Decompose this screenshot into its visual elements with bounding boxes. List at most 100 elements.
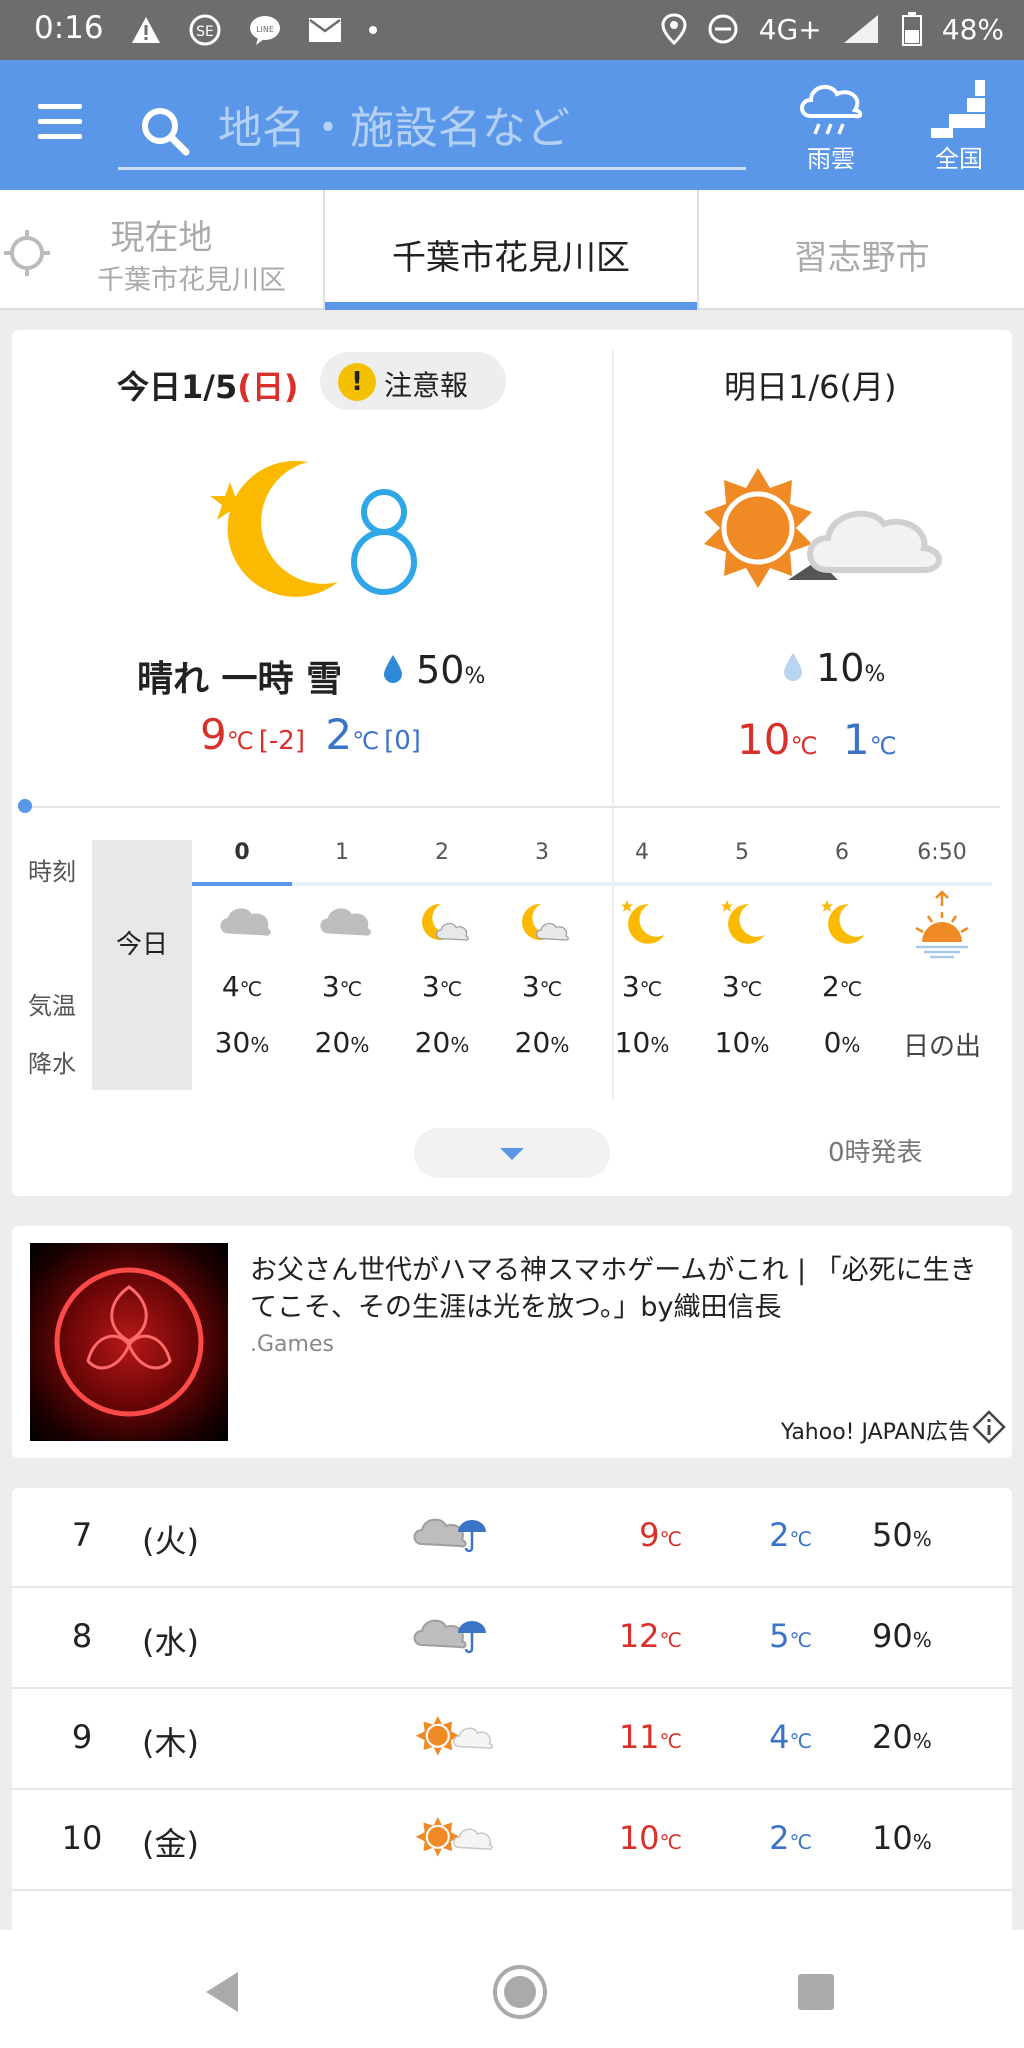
status-bar: 0:16 SE LINE 4G+ 48% (0, 0, 1024, 60)
tomorrow-high: 10℃ (737, 715, 818, 764)
alert-label: 注意報 (384, 369, 469, 402)
weekly-day: 7 (71, 1516, 93, 1554)
hourly-temp: 3℃ (321, 970, 363, 1003)
issued-time: 0時発表 (828, 1138, 923, 1168)
tab-next-city[interactable]: 習志野市 (699, 190, 1024, 310)
expand-hourly-button[interactable] (414, 1128, 610, 1178)
today-precip: 50% (382, 648, 485, 692)
battery-level: 48% (941, 12, 1004, 46)
hourly-column: 2 3℃ 20% (392, 840, 492, 1090)
hourly-precip: 20% (514, 1026, 570, 1059)
today-low: 2℃ [0] (325, 710, 421, 759)
hourly-temp: 4℃ (221, 970, 263, 1003)
forecast-card: 今日1/5(日) ! 注意報 明日1/6(月) 晴れ 一時 雪 50% 10% … (12, 330, 1012, 1196)
tomorrow-date: 明日1/6(月) (724, 368, 897, 406)
hourly-temp: 3℃ (521, 970, 563, 1003)
hourly-temp: 3℃ (621, 970, 663, 1003)
status-time: 0:16 (34, 10, 104, 46)
raindrop-icon (384, 655, 402, 683)
rain-cloud-button[interactable]: 雨雲 (776, 76, 886, 180)
weekly-high: 9℃ (639, 1516, 682, 1554)
hourly-column: 0 4℃ 30% (192, 840, 292, 1090)
japan-map-icon (931, 80, 985, 138)
app-bar: 雨雲 全国 (0, 60, 1024, 190)
selected-city-label: 千葉市花見川区 (392, 238, 630, 278)
weekly-low: 5℃ (769, 1617, 812, 1655)
cloud-icon (317, 898, 373, 952)
weekly-precip: 50% (872, 1516, 932, 1554)
info-icon[interactable] (972, 1410, 1006, 1444)
weekly-high: 10℃ (618, 1819, 682, 1857)
weekly-high: 12℃ (618, 1617, 682, 1655)
weekly-low: 2℃ (769, 1516, 812, 1554)
nationwide-button[interactable]: 全国 (904, 76, 1014, 180)
sun-cloud-icon (412, 1710, 502, 1768)
search-input[interactable] (218, 100, 738, 156)
hourly-column: 5 3℃ 10% (692, 840, 792, 1090)
tab-current-location[interactable]: 現在地 千葉市花見川区 (0, 190, 325, 310)
alert-badge[interactable]: ! 注意報 (320, 352, 506, 410)
rain-cloud-label: 雨雲 (807, 145, 855, 173)
weekly-precip: 10% (872, 1819, 932, 1857)
today-weekday: (日) (237, 368, 299, 406)
back-icon[interactable] (202, 1970, 242, 2014)
tab-selected-city[interactable]: 千葉市花見川区 (325, 190, 699, 310)
hourly-precip: 10% (714, 1026, 770, 1059)
ad-label: Yahoo! JAPAN広告 (780, 1420, 970, 1445)
row-label-temp: 気温 (28, 992, 76, 1020)
hourly-scroll-thumb[interactable] (18, 799, 32, 813)
weekly-low: 4℃ (769, 1718, 812, 1756)
weekly-row[interactable]: 8 (水) 12℃ 5℃ 90% (12, 1589, 1012, 1689)
hourly-precip: 20% (314, 1026, 370, 1059)
hourly-precip: 10% (614, 1026, 670, 1059)
sunrise-icon (915, 890, 969, 959)
current-location-label: 現在地 (110, 218, 213, 258)
sun-cloud-icon (412, 1811, 502, 1869)
do-not-disturb-icon (708, 14, 738, 44)
hourly-time: 3 (535, 840, 549, 865)
weekly-weekday: (火) (142, 1522, 199, 1560)
tomorrow-temps: 10℃ 1℃ (737, 715, 897, 764)
weekly-weekday: (水) (142, 1623, 199, 1661)
hourly-scroll-track[interactable] (24, 806, 1000, 808)
hourly-column: 4 3℃ 10% (592, 840, 692, 1090)
active-tab-indicator (325, 302, 697, 310)
hourly-temp: 3℃ (721, 970, 763, 1003)
ad-card[interactable]: お父さん世代がハマる神スマホゲームがこれ | 「必死に生きてこそ、その生涯は光を… (12, 1226, 1012, 1458)
hourly-time: 6 (835, 840, 849, 865)
search-bar[interactable] (118, 80, 746, 170)
notification-icons: SE LINE (130, 13, 378, 47)
weekly-row[interactable]: 9 (木) 11℃ 4℃ 20% (12, 1690, 1012, 1790)
line-icon: LINE (250, 16, 280, 45)
today-high: 9℃ [-2] (200, 710, 305, 759)
warning-icon (132, 17, 160, 43)
menu-icon[interactable] (38, 104, 82, 140)
location-icon (661, 13, 687, 45)
hourly-precip: 20% (414, 1026, 470, 1059)
recent-apps-icon[interactable] (796, 1972, 836, 2012)
moon-cloud-icon (417, 898, 473, 952)
weekly-day: 10 (61, 1819, 103, 1857)
weekly-row[interactable]: 10 (金) 10℃ 2℃ 10% (12, 1791, 1012, 1891)
hourly-temp: 3℃ (421, 970, 463, 1003)
moon-icon (817, 898, 873, 952)
home-icon[interactable] (492, 1964, 548, 2020)
moon-snow-icon (210, 460, 417, 597)
chevron-down-icon (500, 1148, 524, 1160)
location-tabs: 現在地 千葉市花見川区 千葉市花見川区 習志野市 (0, 190, 1024, 310)
alert-icon: ! (338, 363, 376, 401)
family-crest-icon (54, 1267, 204, 1417)
moon-cloud-icon (517, 898, 573, 952)
cloud-umbrella-icon (412, 1508, 502, 1566)
weekly-row[interactable]: 7 (火) 9℃ 2℃ 50% (12, 1488, 1012, 1588)
weekly-weekday: (金) (142, 1825, 199, 1863)
sunrise-time: 6:50 (917, 840, 967, 865)
today-condition: 晴れ 一時 雪 (137, 659, 343, 700)
hourly-precip: 30% (214, 1026, 270, 1059)
ad-image[interactable] (30, 1243, 228, 1441)
app-notification-icon: SE (189, 14, 221, 46)
weekly-precip: 20% (872, 1718, 932, 1756)
ad-title[interactable]: お父さん世代がハマる神スマホゲームがこれ | 「必死に生きてこそ、その生涯は光を… (250, 1252, 990, 1326)
tomorrow-precip: 10% (782, 646, 885, 690)
search-icon (142, 108, 190, 156)
